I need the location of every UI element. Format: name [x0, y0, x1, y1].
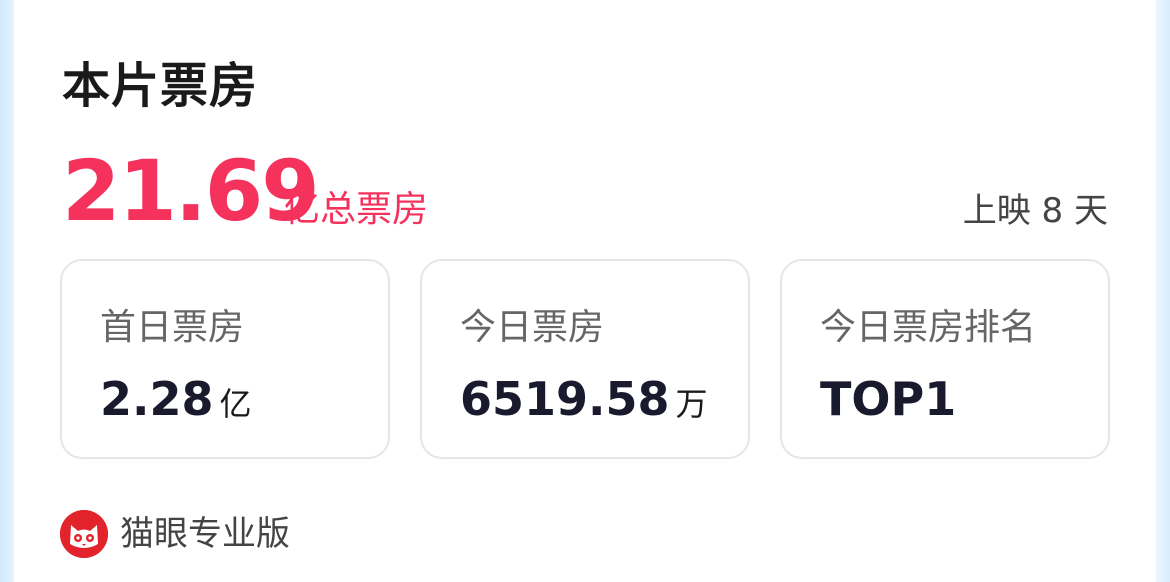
stat-label: 今日票房排名 [820, 307, 1037, 348]
stat-number: 6519.58 [460, 372, 670, 426]
maoyan-cat-logo-icon [60, 510, 108, 558]
stat-unit: 亿 [219, 385, 252, 423]
total-box-office-value: 21.69 [62, 142, 320, 240]
stat-number: TOP1 [820, 372, 957, 426]
stat-value: 6519.58 万 [460, 373, 708, 430]
total-box-office-row: 21.69 亿总票房 上映 8 天 [62, 146, 1108, 236]
stat-unit: 万 [675, 385, 708, 423]
total-box-office-unit: 亿总票房 [284, 189, 429, 230]
stat-today-box-office[interactable]: 今日票房 6519.58 万 [420, 259, 750, 459]
card-title: 本片票房 [62, 58, 259, 114]
stat-label: 首日票房 [100, 307, 245, 348]
box-office-card: 本片票房 21.69 亿总票房 上映 8 天 首日票房 2.28 亿 今日票房 6… [14, 0, 1156, 582]
stats-grid: 首日票房 2.28 亿 今日票房 6519.58 万 今日票房排名 TOP1 [60, 259, 1110, 459]
source-footer: 猫眼专业版 [60, 508, 460, 558]
stat-label: 今日票房 [460, 307, 605, 348]
brand-name: 猫眼专业版 [120, 514, 290, 554]
stat-today-ranking[interactable]: 今日票房排名 TOP1 [780, 259, 1110, 459]
stat-value: 2.28 亿 [100, 373, 252, 430]
stat-first-day-box-office[interactable]: 首日票房 2.28 亿 [60, 259, 390, 459]
stat-value: TOP1 [820, 373, 956, 425]
stat-number: 2.28 [100, 372, 214, 426]
days-showing: 上映 8 天 [962, 191, 1108, 231]
